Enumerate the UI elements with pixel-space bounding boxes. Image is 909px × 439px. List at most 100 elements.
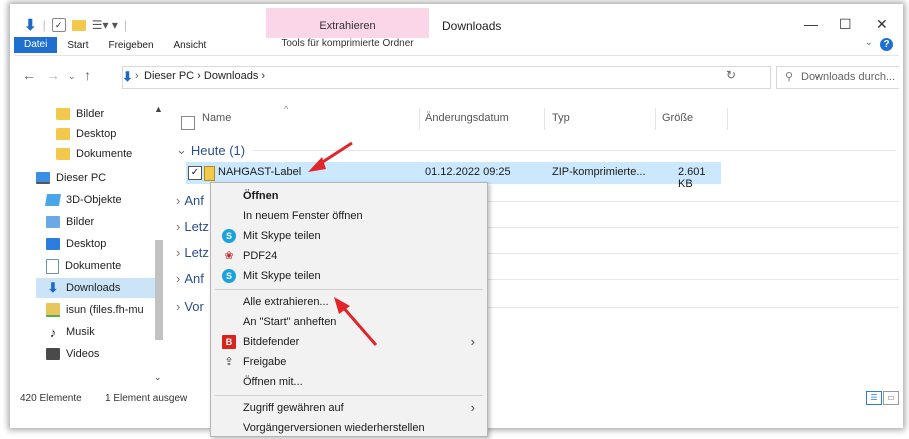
- sidebar-item-label: Desktop: [76, 128, 117, 140]
- help-icon[interactable]: ?: [880, 38, 893, 51]
- search-box[interactable]: ⚲ Downloads durch...: [776, 66, 899, 89]
- quick-access-toolbar: ⬇ | ✓ ☰▾ ▾ |: [24, 17, 127, 34]
- group-label: Letz: [184, 244, 209, 260]
- sidebar-item-dokumente[interactable]: Dokumente: [56, 144, 132, 164]
- expand-ribbon-icon[interactable]: ⌄: [865, 37, 873, 48]
- sort-chevron-icon: ^: [284, 104, 289, 114]
- tab-ansicht[interactable]: Ansicht: [164, 40, 217, 51]
- ribbon-divider: [14, 55, 899, 56]
- chevron-down-icon: ⌄: [176, 142, 187, 157]
- up-arrow-icon[interactable]: ↑: [84, 67, 91, 83]
- group-label: Anf: [184, 192, 204, 208]
- ribbon-tabs: Datei Start Freigeben Ansicht: [14, 37, 217, 53]
- group-heute[interactable]: ⌄ Heute (1): [176, 140, 896, 160]
- chevron-right-icon: ›: [176, 192, 181, 208]
- back-arrow-icon[interactable]: ←: [22, 67, 36, 83]
- menu-item-share[interactable]: ⇪ Freigabe: [211, 352, 487, 373]
- menu-item-give-access[interactable]: Zugriff gewähren auf ›: [211, 398, 487, 419]
- window-title: Downloads: [442, 19, 502, 33]
- column-name[interactable]: Name: [202, 112, 231, 124]
- extract-group-label: Extrahieren: [319, 20, 376, 32]
- menu-item-previous-versions[interactable]: Vorgängerversionen wiederherstellen: [211, 418, 487, 439]
- group-label: Vor: [184, 298, 204, 314]
- group-collapsed[interactable]: › Letz: [176, 216, 209, 236]
- menu-item-skype-share[interactable]: S Mit Skype teilen: [211, 226, 487, 247]
- refresh-icon[interactable]: ↻: [726, 68, 736, 82]
- menu-item-open-with[interactable]: Öffnen mit...: [211, 372, 487, 393]
- customize-icon[interactable]: ☰▾ ▾: [92, 18, 118, 32]
- minimize-icon[interactable]: —: [804, 16, 818, 32]
- select-all-checkbox[interactable]: [181, 116, 195, 130]
- close-icon[interactable]: ✕: [876, 16, 888, 33]
- chevron-right-icon: ›: [470, 400, 475, 415]
- details-view-icon[interactable]: ☰: [866, 391, 882, 405]
- sidebar-item-bilder[interactable]: Bilder: [56, 104, 104, 124]
- sidebar-item-label: Dokumente: [65, 260, 122, 272]
- new-folder-icon[interactable]: [71, 19, 86, 31]
- menu-item-skype-share-2[interactable]: S Mit Skype teilen: [211, 266, 487, 287]
- sidebar-item-3d-objekte[interactable]: 3D-Objekte: [44, 190, 122, 210]
- folder-icon: [56, 148, 70, 160]
- menu-item-open[interactable]: Öffnen: [211, 186, 487, 207]
- cube-icon: [44, 194, 62, 206]
- address-bar[interactable]: ⬇ › Dieser PC › Downloads › ⌄: [122, 66, 821, 89]
- sidebar-item-videos[interactable]: Videos: [46, 344, 99, 364]
- group-collapsed[interactable]: › Anf: [176, 268, 204, 288]
- sidebar-item-network-drive[interactable]: isun (files.fh-mu: [46, 300, 166, 320]
- tab-datei[interactable]: Datei: [14, 37, 58, 53]
- breadcrumb[interactable]: Dieser PC › Downloads ›: [144, 70, 265, 82]
- sidebar-item-label: Musik: [66, 326, 95, 338]
- properties-icon[interactable]: ✓: [51, 18, 66, 32]
- chevron-right-icon: ›: [176, 270, 181, 286]
- tiles-view-icon[interactable]: ▭: [883, 391, 899, 405]
- sidebar-item-label: 3D-Objekte: [66, 194, 122, 206]
- bitdefender-icon: B: [222, 335, 236, 349]
- file-type: ZIP-komprimierte...: [552, 166, 646, 178]
- scroll-up-icon[interactable]: ▲: [154, 104, 163, 114]
- skype-icon: S: [222, 269, 236, 283]
- row-checkbox[interactable]: ✓: [188, 166, 202, 180]
- chevron-right-icon: ›: [470, 334, 475, 349]
- sidebar-item-bilder-pc[interactable]: Bilder: [46, 212, 94, 232]
- navigation-pane: Bilder Desktop Dokumente Dieser PC 3D-Ob…: [14, 104, 171, 390]
- group-collapsed[interactable]: › Letz: [176, 242, 209, 262]
- file-row-selected[interactable]: ✓ NAHGAST-Label 01.12.2022 09:25 ZIP-kom…: [186, 162, 721, 190]
- menu-item-extract-all[interactable]: Alle extrahieren...: [211, 292, 487, 313]
- menu-item-open-new-window[interactable]: In neuem Fenster öffnen: [211, 206, 487, 227]
- group-collapsed[interactable]: › Vor: [176, 296, 204, 316]
- pdf24-icon: ❀: [224, 250, 234, 262]
- scrollbar-thumb[interactable]: [155, 240, 163, 340]
- file-date: 01.12.2022 09:25: [425, 166, 511, 178]
- zip-file-icon: [204, 166, 215, 181]
- tab-start[interactable]: Start: [57, 40, 98, 51]
- group-collapsed[interactable]: › Anf: [176, 190, 204, 210]
- sidebar-item-label: Bilder: [76, 108, 105, 120]
- title-bar: ⬇ | ✓ ☰▾ ▾ | Extrahieren Tools für kompr…: [14, 8, 899, 53]
- extract-context-tab[interactable]: Extrahieren Tools für komprimierte Ordne…: [266, 8, 429, 50]
- sidebar-item-desktop-pc[interactable]: Desktop: [46, 234, 106, 254]
- file-name: NAHGAST-Label: [218, 166, 302, 178]
- pictures-icon: [46, 216, 60, 228]
- sidebar-item-musik[interactable]: ♪ Musik: [46, 322, 95, 342]
- menu-item-bitdefender[interactable]: B Bitdefender ›: [211, 332, 487, 353]
- sidebar-item-dieser-pc[interactable]: Dieser PC: [36, 168, 106, 188]
- sidebar-item-label: Bilder: [66, 216, 95, 228]
- column-date[interactable]: Änderungsdatum: [425, 112, 509, 124]
- scroll-down-icon[interactable]: ⌄: [154, 372, 162, 383]
- sidebar-scrollbar[interactable]: ▲ ⌄: [153, 104, 165, 386]
- sidebar-item-label: Dieser PC: [56, 172, 107, 184]
- group-label: Heute (1): [190, 142, 246, 158]
- column-type[interactable]: Typ: [552, 112, 570, 124]
- tab-freigeben[interactable]: Freigeben: [98, 40, 163, 51]
- forward-arrow-icon[interactable]: →: [46, 67, 60, 83]
- menu-item-pdf24[interactable]: ❀ PDF24: [211, 246, 487, 267]
- sidebar-item-label: Videos: [66, 348, 100, 360]
- sidebar-item-downloads[interactable]: ⬇ Downloads: [36, 278, 162, 298]
- sidebar-item-dokumente-pc[interactable]: Dokumente: [46, 256, 121, 276]
- column-size[interactable]: Größe: [662, 112, 693, 124]
- sidebar-item-desktop[interactable]: Desktop: [56, 124, 116, 144]
- maximize-icon[interactable]: ☐: [839, 16, 852, 33]
- recent-chevron-icon[interactable]: ⌄: [68, 71, 76, 82]
- menu-item-pin-start[interactable]: An "Start" anheften: [211, 312, 487, 333]
- tab-compressed-tools[interactable]: Tools für komprimierte Ordner: [266, 38, 429, 50]
